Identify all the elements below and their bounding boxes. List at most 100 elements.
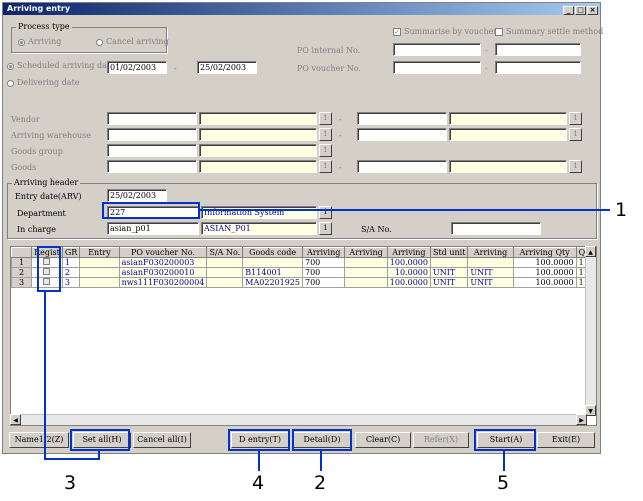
radio-scheduled-arriving-date[interactable]: Scheduled arriving date [7,61,115,70]
goods-group-name-field [199,144,317,157]
vendor-to-code-field[interactable] [357,112,447,125]
warehouse-to-lookup-button[interactable]: 1 [569,128,582,141]
dash: - [339,115,342,124]
cell-arriving-qty[interactable]: 100.0000 [512,257,577,268]
col-entry[interactable]: Entry [79,247,120,258]
cell-std-unit[interactable] [429,257,469,268]
col-goods-code[interactable]: Goods code [242,247,303,258]
summarise-by-vouchers-checkbox[interactable]: ✓ Summarise by vouchers [393,27,501,36]
cell-arriving-3[interactable]: 10.0000 [386,267,431,278]
date-from-field[interactable]: 01/02/2003 [107,61,167,74]
cell-entry[interactable] [79,257,120,268]
cell-po-voucher[interactable]: asianF030200010 [118,267,208,278]
table-row[interactable]: 3 3 nws111F030200004 MA02201925 700 100.… [10,277,597,288]
entry-date-field[interactable]: 25/02/2003 [107,189,167,202]
po-internal-no-from-field[interactable] [393,43,481,56]
name-toggle-button[interactable]: Name1/2(Z) [9,432,69,448]
row-number[interactable]: 2 [10,267,33,278]
cell-goods-code[interactable] [242,257,303,268]
cell-gr[interactable]: 1 [61,257,81,268]
cell-arriving-1[interactable]: 700 [301,257,346,268]
col-po-voucher-no[interactable]: PO voucher No. [118,247,208,258]
cell-entry[interactable] [79,267,120,278]
check-icon: ✓ [393,28,401,36]
cell-arriving-2[interactable] [344,267,388,278]
po-voucher-no-to-field[interactable] [495,61,581,74]
in-charge-lookup-button[interactable]: 1 [319,222,332,235]
date-to-field[interactable]: 25/02/2003 [197,61,257,74]
cell-arriving-3[interactable]: 100.0000 [386,257,431,268]
warehouse-from-lookup-button[interactable]: 1 [319,128,332,141]
po-internal-no-to-field[interactable] [495,43,581,56]
cell-arriving-1[interactable]: 700 [301,277,346,288]
cell-sa-no[interactable] [206,257,244,268]
row-number[interactable]: 3 [10,277,33,288]
vertical-scrollbar[interactable]: ▲ ▼ [585,246,596,416]
col-arriving-1[interactable]: Arriving [301,247,346,258]
vendor-from-code-field[interactable] [107,112,197,125]
horizontal-scrollbar[interactable]: ◀ ▶ [10,414,587,425]
col-sa-no[interactable]: S/A No. [206,247,244,258]
radio-delivering-date[interactable]: Delivering date [7,78,80,87]
callout-3: 3 [64,472,77,494]
cell-arriving-qty[interactable]: 100.0000 [512,277,577,288]
clear-button[interactable]: Clear(C) [355,432,411,448]
col-arriving-2[interactable]: Arriving [344,247,388,258]
col-arriving-qty[interactable]: Arriving Qty [512,247,577,258]
minimize-icon[interactable]: _ [563,6,574,15]
col-gr[interactable]: GR [61,247,81,258]
po-voucher-no-from-field[interactable] [393,61,481,74]
vendor-to-lookup-button[interactable]: 1 [569,112,582,125]
cell-goods-code[interactable]: B114001 [242,267,303,278]
cell-sa-no[interactable] [206,277,244,288]
cell-arriving-2[interactable] [344,257,388,268]
cell-arriving-3[interactable]: 100.0000 [386,277,431,288]
department-lookup-button[interactable]: 1 [319,206,332,219]
cell-sa-no[interactable] [206,267,244,278]
cell-std-unit[interactable]: UNIT [429,277,469,288]
scroll-up-icon[interactable]: ▲ [585,246,596,257]
cell-arriving-4[interactable]: UNIT [467,267,514,278]
cell-arriving-1[interactable]: 700 [301,267,346,278]
cell-po-voucher[interactable]: nws111F030200004 [118,277,208,288]
cell-entry[interactable] [79,277,120,288]
goods-to-code-field[interactable] [357,160,447,173]
warehouse-from-code-field[interactable] [107,128,197,141]
cell-std-unit[interactable]: UNIT [429,267,469,278]
warehouse-to-code-field[interactable] [357,128,447,141]
cell-goods-code[interactable]: MA02201925 [242,277,303,288]
table-row[interactable]: 1 1 asianF030200003 700 100.0000 100.000… [10,257,597,268]
goods-group-code-field[interactable] [107,144,197,157]
exit-button[interactable]: Exit(E) [537,432,595,448]
cell-arriving-qty[interactable]: 100.0000 [512,267,577,278]
goods-group-lookup-button[interactable]: 1 [319,144,332,157]
in-charge-code-field[interactable]: asian_p01 [107,222,199,235]
scroll-right-icon[interactable]: ▶ [576,414,587,425]
sa-no-field[interactable] [451,222,541,235]
col-std-unit[interactable]: Std unit [429,247,469,258]
close-icon[interactable]: × [587,6,598,15]
cell-arriving-4[interactable]: UNIT [467,277,514,288]
scroll-left-icon[interactable]: ◀ [10,414,21,425]
dash: - [174,64,177,73]
table-row[interactable]: 2 2 asianF030200010 B114001 700 10.0000 … [10,267,597,278]
vendor-from-lookup-button[interactable]: 1 [319,112,332,125]
col-arriving-4[interactable]: Arriving [467,247,514,258]
cell-po-voucher[interactable]: asianF030200003 [118,257,208,268]
cell-arriving-2[interactable] [344,277,388,288]
col-arriving-3[interactable]: Arriving [386,247,431,258]
cell-arriving-4[interactable] [467,257,514,268]
radio-cancel-arriving[interactable]: Cancel arriving [96,37,169,46]
goods-to-lookup-button[interactable]: 1 [569,160,582,173]
cancel-all-button[interactable]: Cancel all(I) [133,432,191,448]
cell-gr[interactable]: 2 [61,267,81,278]
radio-arriving[interactable]: Arriving [18,37,61,46]
maximize-icon[interactable]: □ [575,6,586,15]
title-bar: Arriving entry _ □ × [3,3,600,15]
refer-button[interactable]: Refer(X) [413,432,469,448]
row-number[interactable]: 1 [10,257,33,268]
goods-from-code-field[interactable] [107,160,197,173]
goods-from-lookup-button[interactable]: 1 [319,160,332,173]
summary-settle-method-checkbox[interactable]: Summary settle method [495,27,603,36]
cell-gr[interactable]: 3 [61,277,81,288]
